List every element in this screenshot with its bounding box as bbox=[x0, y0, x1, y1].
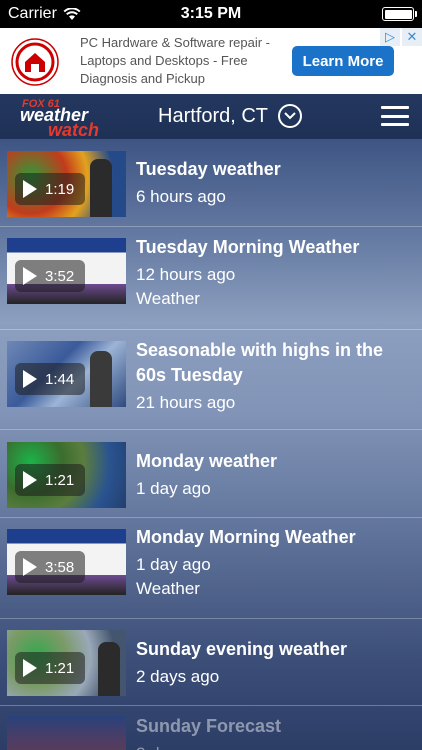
ad-logo[interactable] bbox=[0, 28, 70, 94]
video-title[interactable]: Seasonable with highs in the 60s Tuesday bbox=[136, 338, 412, 388]
video-thumbnail[interactable] bbox=[7, 716, 126, 750]
play-icon bbox=[23, 370, 37, 388]
location-selector[interactable]: Hartford, CT bbox=[158, 104, 303, 128]
video-category: Weather bbox=[136, 579, 200, 598]
video-age: 12 hours ago bbox=[136, 265, 236, 284]
play-button[interactable]: 1:21 bbox=[15, 464, 85, 496]
play-button[interactable]: 1:44 bbox=[15, 363, 85, 395]
ad-info-icon[interactable]: ▷ bbox=[380, 28, 400, 46]
item-text[interactable]: Monday weather 1 day ago bbox=[136, 449, 412, 501]
wifi-icon bbox=[63, 7, 81, 20]
play-icon bbox=[23, 659, 37, 677]
video-title[interactable]: Monday weather bbox=[136, 449, 412, 474]
video-duration: 3:52 bbox=[45, 267, 75, 285]
video-title[interactable]: Tuesday weather bbox=[136, 157, 412, 182]
video-age: 6 hours ago bbox=[136, 187, 226, 206]
video-age: 1 day ago bbox=[136, 555, 211, 574]
item-text[interactable]: Tuesday Morning Weather 12 hours ago Wea… bbox=[136, 235, 412, 310]
ad-choices[interactable]: ▷ ✕ bbox=[380, 28, 422, 46]
chevron-down-icon[interactable] bbox=[278, 104, 303, 128]
video-list[interactable]: 1:19 Tuesday weather 6 hours ago 3:52 Tu… bbox=[0, 139, 422, 750]
play-button[interactable]: 3:52 bbox=[15, 260, 85, 292]
list-item[interactable]: 3:52 Tuesday Morning Weather 12 hours ag… bbox=[0, 227, 422, 330]
list-item[interactable]: 1:21 Monday weather 1 day ago bbox=[0, 430, 422, 518]
brand-watch: watch bbox=[48, 120, 99, 138]
video-age: 21 hours ago bbox=[136, 393, 236, 412]
video-duration: 1:19 bbox=[45, 180, 75, 198]
hamburger-menu-icon[interactable] bbox=[381, 106, 409, 126]
learn-more-button[interactable]: Learn More bbox=[292, 46, 394, 76]
list-item[interactable]: Sunday Forecast 2 days ago bbox=[0, 706, 422, 750]
item-text[interactable]: Seasonable with highs in the 60s Tuesday… bbox=[136, 338, 412, 415]
video-duration: 1:21 bbox=[45, 471, 75, 489]
ad-close-icon[interactable]: ✕ bbox=[402, 28, 422, 46]
status-bar: Carrier 3:15 PM bbox=[0, 0, 422, 28]
presenter-figure bbox=[90, 159, 112, 217]
ad-text[interactable]: PC Hardware & Software repair - Laptops … bbox=[70, 34, 286, 88]
item-text[interactable]: Sunday evening weather 2 days ago bbox=[136, 637, 412, 689]
presenter-figure bbox=[98, 642, 120, 696]
battery-icon bbox=[382, 7, 417, 21]
video-thumbnail[interactable]: 3:58 bbox=[7, 529, 126, 595]
play-button[interactable]: 1:19 bbox=[15, 173, 85, 205]
video-thumbnail[interactable]: 1:21 bbox=[7, 630, 126, 696]
presenter-figure bbox=[90, 351, 112, 407]
video-title[interactable]: Sunday Forecast bbox=[136, 714, 412, 739]
video-category: Weather bbox=[136, 289, 200, 308]
play-button[interactable]: 3:58 bbox=[15, 551, 85, 583]
list-item[interactable]: 1:19 Tuesday weather 6 hours ago bbox=[0, 139, 422, 227]
video-thumbnail[interactable]: 1:44 bbox=[7, 341, 126, 407]
fox61-weather-watch-logo-icon[interactable]: FOX 61 weather watch bbox=[18, 96, 124, 138]
item-text[interactable]: Tuesday weather 6 hours ago bbox=[136, 157, 412, 209]
carrier-label: Carrier bbox=[8, 5, 57, 22]
video-duration: 3:58 bbox=[45, 558, 75, 576]
video-title[interactable]: Sunday evening weather bbox=[136, 637, 412, 662]
video-thumbnail[interactable]: 3:52 bbox=[7, 238, 126, 304]
location-label: Hartford, CT bbox=[158, 104, 269, 127]
pc-home-rescue-logo-icon bbox=[11, 38, 59, 86]
list-item[interactable]: 3:58 Monday Morning Weather 1 day ago We… bbox=[0, 518, 422, 619]
video-age: 1 day ago bbox=[136, 479, 211, 498]
video-thumbnail[interactable]: 1:19 bbox=[7, 151, 126, 217]
list-item[interactable]: 1:44 Seasonable with highs in the 60s Tu… bbox=[0, 330, 422, 430]
video-title[interactable]: Monday Morning Weather bbox=[136, 525, 412, 550]
play-button[interactable]: 1:21 bbox=[15, 652, 85, 684]
video-age: 2 days ago bbox=[136, 667, 220, 686]
ad-banner[interactable]: PC Hardware & Software repair - Laptops … bbox=[0, 28, 422, 94]
play-icon bbox=[23, 267, 37, 285]
item-text[interactable]: Monday Morning Weather 1 day ago Weather bbox=[136, 525, 412, 600]
play-icon bbox=[23, 558, 37, 576]
video-thumbnail[interactable]: 1:21 bbox=[7, 442, 126, 508]
status-left: Carrier bbox=[8, 5, 81, 23]
video-age: 2 days ago bbox=[136, 741, 412, 750]
video-duration: 1:44 bbox=[45, 370, 75, 388]
play-icon bbox=[23, 471, 37, 489]
video-duration: 1:21 bbox=[45, 659, 75, 677]
play-icon bbox=[23, 180, 37, 198]
list-item[interactable]: 1:21 Sunday evening weather 2 days ago bbox=[0, 619, 422, 706]
item-text[interactable]: Sunday Forecast 2 days ago bbox=[136, 714, 412, 750]
app-header: FOX 61 weather watch Hartford, CT bbox=[0, 94, 422, 139]
video-title[interactable]: Tuesday Morning Weather bbox=[136, 235, 412, 260]
